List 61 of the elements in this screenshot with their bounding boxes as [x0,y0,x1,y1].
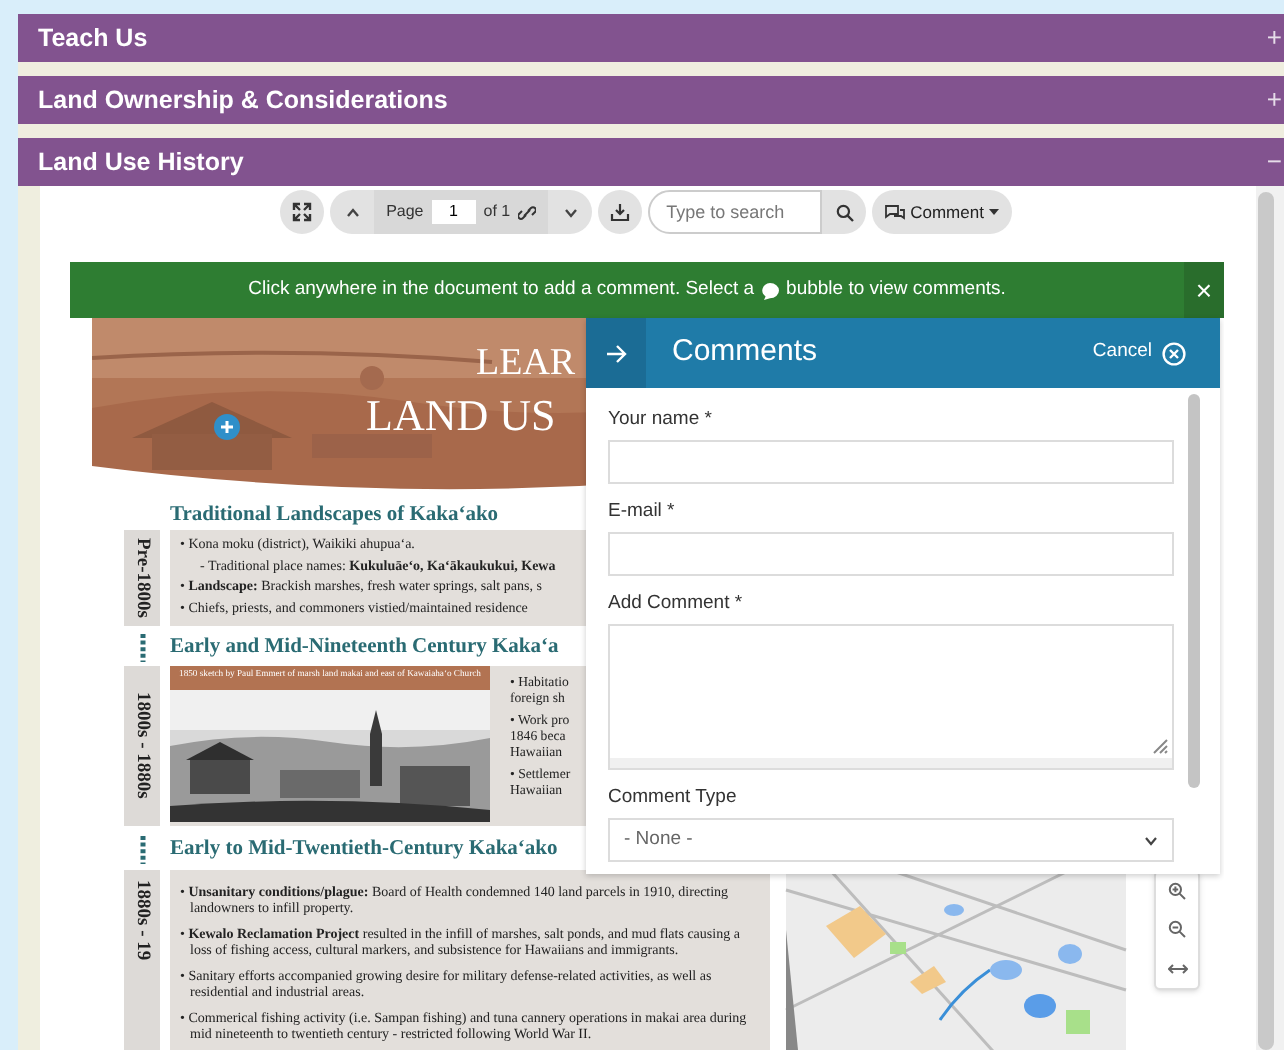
timeline-dots-icon [139,634,145,662]
scrollbar[interactable] [1258,192,1274,1050]
expand-icon [292,202,313,222]
banner-text: bubble to view comments. [786,275,1006,304]
arrow-right-icon [605,343,627,363]
section-heading: Early to Mid-Twentieth-Century Kaka‘ako [170,836,558,865]
select-field[interactable]: - None - [608,818,1174,862]
chevron-down-icon [1144,835,1158,845]
search-field[interactable]: Type to search [648,190,823,234]
chevron-down-icon [563,207,578,217]
accordion-header[interactable]: Land Use History − [18,138,1284,186]
field-label: E-mail * [608,498,677,526]
banner-text: Click anywhere in the document to add a comment. Select a [248,275,755,304]
scrollbar[interactable] [1188,394,1200,788]
speech-bubbles-icon [884,203,907,221]
zoom-out-icon [1168,920,1186,939]
field-label: Your name * [608,406,714,434]
toggle-icon: + [1266,18,1282,58]
search-icon [835,203,854,221]
close-circle-icon [1162,341,1186,365]
select-value: - None - [624,825,693,854]
period-label: 1800s - 1880s [130,692,155,800]
poster-title: LEAR [476,344,576,382]
accordion-header[interactable]: Teach Us + [18,14,1284,62]
zoom-in-icon [1168,882,1186,901]
accordion-title: Teach Us [38,21,148,56]
accordion-header[interactable]: Land Ownership & Considerations + [18,76,1284,124]
comment-field[interactable] [608,624,1174,770]
download-icon [610,202,631,222]
section-heading: Traditional Landscapes of Kaka‘ako [170,501,499,530]
link-icon [518,203,537,221]
close-button[interactable]: × [1184,262,1224,318]
caret-down-icon [987,208,1000,216]
fit-page-button[interactable] [280,190,325,234]
toggle-icon: − [1266,142,1282,182]
comment-marker-icon[interactable] [214,414,240,440]
accordion-title: Land Use History [38,145,244,180]
period-label: 1880s - 19 [130,880,155,961]
collapse-panel-button[interactable] [586,318,646,388]
chevron-up-icon [345,207,360,217]
panel-title: Comments [672,332,820,373]
field-label: Add Comment * [608,590,745,618]
search-button[interactable] [822,190,867,234]
section-heading: Early and Mid-Nineteenth Century Kaka‘a [170,634,559,663]
text-field[interactable] [608,440,1174,484]
page-count: of 1 [483,200,511,224]
comment-bubble-icon [760,281,781,299]
download-button[interactable] [598,190,643,234]
accordion-title: Land Ownership & Considerations [38,83,448,118]
toggle-icon: + [1266,80,1282,120]
poster-title: LAND US [366,394,556,438]
cancel-button[interactable]: Cancel [1092,338,1186,368]
timeline-dots-icon [139,836,145,864]
text-field[interactable] [608,532,1174,576]
field-label: Comment Type [608,784,739,812]
comment-button[interactable]: Comment [872,190,1012,234]
resize-grip-icon [1152,738,1168,754]
page-label: Page [386,200,424,224]
period-label: Pre-1800s [130,538,155,618]
page-number-field[interactable]: 1 [431,200,476,224]
double-arrow-icon [1167,963,1187,974]
